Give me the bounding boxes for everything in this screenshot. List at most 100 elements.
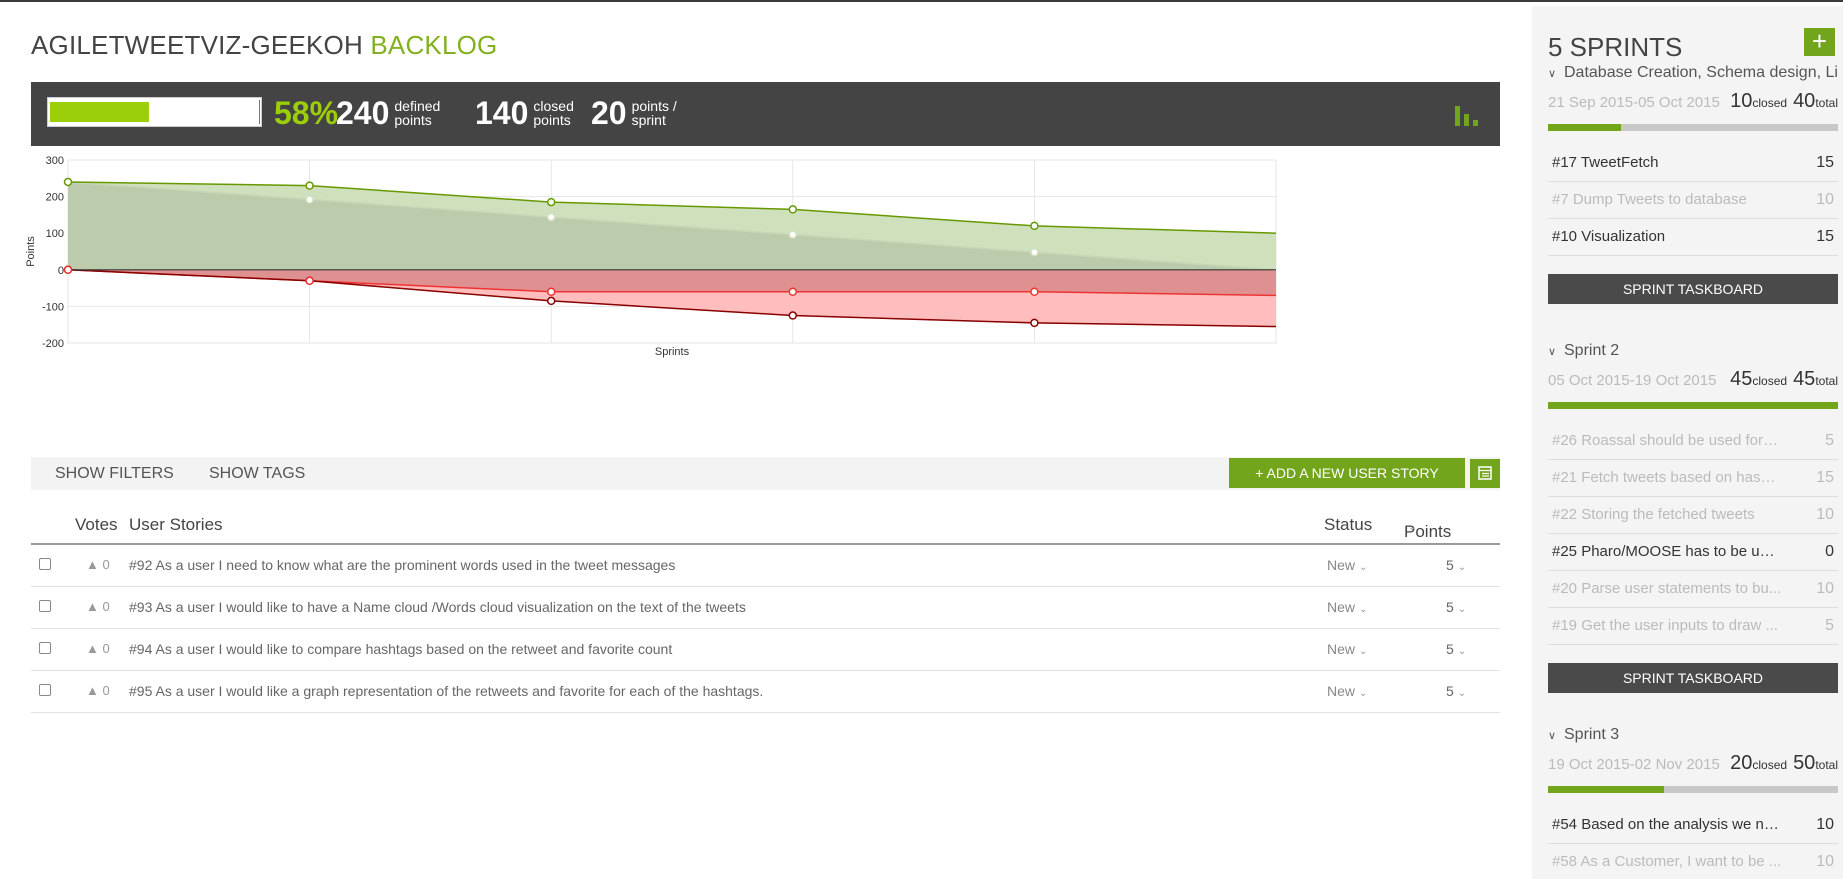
status-dropdown[interactable]: New ⌄ bbox=[1327, 599, 1367, 615]
sprints-title: 5 SPRINTS bbox=[1548, 32, 1683, 62]
user-story-link[interactable]: #93 As a user I would like to have a Nam… bbox=[129, 599, 746, 615]
closed-points-value: 140 bbox=[475, 95, 529, 131]
client-increment-point bbox=[63, 265, 73, 275]
chevron-down-icon: ∨ bbox=[1548, 730, 1557, 742]
show-filters-button[interactable]: SHOW FILTERS bbox=[55, 465, 174, 483]
sprint-name: Database Creation, Schema design, Link..… bbox=[1564, 64, 1838, 81]
points-dropdown[interactable]: 5 ⌄ bbox=[1446, 599, 1466, 615]
points-dropdown[interactable]: 5 ⌄ bbox=[1446, 641, 1466, 657]
chevron-down-icon: ∨ bbox=[1548, 346, 1557, 358]
sprint-story-item[interactable]: #25 Pharo/MOOSE has to be use... 0 bbox=[1548, 534, 1838, 571]
points-value: 5 bbox=[1446, 683, 1454, 699]
sprint-toggle[interactable]: ∨ Sprint 3 bbox=[1548, 726, 1838, 750]
total-label: total bbox=[1815, 96, 1838, 110]
chevron-down-icon: ⌄ bbox=[1457, 562, 1467, 573]
sprint-card: ∨ Database Creation, Schema design, Link.… bbox=[1548, 64, 1838, 304]
sprint-taskboard-button[interactable]: SPRINT TASKBOARD bbox=[1548, 663, 1838, 693]
y-tick-label: -100 bbox=[42, 301, 64, 313]
status-value: New bbox=[1327, 683, 1356, 699]
sprint-story-item[interactable]: #26 Roassal should be used for v... 5 bbox=[1548, 423, 1838, 460]
vote-count: 0 bbox=[102, 599, 110, 614]
sprint-name: Sprint 3 bbox=[1564, 726, 1620, 743]
sprint-progress-fill bbox=[1548, 402, 1838, 409]
sprint-story-item[interactable]: #21 Fetch tweets based on hasht... 15 bbox=[1548, 460, 1838, 497]
sprint-total-count: 50 bbox=[1793, 752, 1816, 774]
sprint-story-item[interactable]: #17 TweetFetch 15 bbox=[1548, 145, 1838, 182]
y-tick-label: 0 bbox=[58, 265, 64, 277]
show-tags-button[interactable]: SHOW TAGS bbox=[209, 465, 305, 483]
sprint-story-name: #58 As a Customer, I want to be ... bbox=[1552, 853, 1782, 870]
chevron-down-icon: ⌄ bbox=[1359, 562, 1368, 573]
sprint-story-item[interactable]: #54 Based on the analysis we ne... 10 bbox=[1548, 807, 1838, 844]
sprint-progress-bar bbox=[1548, 124, 1838, 131]
row-checkbox[interactable] bbox=[39, 600, 51, 612]
sprint-story-item[interactable]: #10 Visualization 15 bbox=[1548, 219, 1838, 256]
sprint-dates: 05 Oct 2015-19 Oct 2015 bbox=[1548, 372, 1717, 389]
sprint-progress-bar bbox=[1548, 402, 1838, 409]
upvote-icon: ▲ bbox=[86, 599, 103, 614]
row-checkbox[interactable] bbox=[39, 684, 51, 696]
table-header: Votes User Stories Status Points ⌄ bbox=[31, 508, 1500, 545]
status-dropdown[interactable]: New ⌄ bbox=[1327, 683, 1367, 699]
user-story-link[interactable]: #95 As a user I would like a graph repre… bbox=[129, 683, 763, 699]
sprint-meta: 21 Sep 2015-05 Oct 2015 10closed 40total bbox=[1548, 90, 1838, 118]
sprint-toggle[interactable]: ∨ Sprint 2 bbox=[1548, 342, 1838, 366]
vote-count: 0 bbox=[102, 641, 110, 656]
sprint-story-name: #25 Pharo/MOOSE has to be use... bbox=[1552, 543, 1782, 560]
sprint-counts: 10closed 40total bbox=[1730, 90, 1838, 113]
bulk-insert-button[interactable] bbox=[1470, 459, 1500, 488]
real-point bbox=[63, 177, 73, 187]
user-story-link[interactable]: #94 As a user I would like to compare ha… bbox=[129, 641, 672, 657]
team-increment-point bbox=[546, 296, 556, 306]
vote-button[interactable]: ▲ 0 bbox=[86, 641, 110, 656]
total-label: total bbox=[1815, 374, 1838, 388]
sprint-stories: #54 Based on the analysis we ne... 10 #58 … bbox=[1548, 807, 1838, 879]
points-value: 5 bbox=[1446, 557, 1454, 573]
user-stories-table: Votes User Stories Status Points ⌄ ▲ 0 #92… bbox=[31, 508, 1500, 713]
status-dropdown[interactable]: New ⌄ bbox=[1327, 641, 1367, 657]
add-sprint-button[interactable]: + bbox=[1804, 28, 1835, 56]
sprint-taskboard-button[interactable]: SPRINT TASKBOARD bbox=[1548, 274, 1838, 304]
vote-button[interactable]: ▲ 0 bbox=[86, 599, 110, 614]
defined-points-value: 240 bbox=[336, 95, 390, 131]
real-point bbox=[305, 181, 314, 190]
status-dropdown[interactable]: New ⌄ bbox=[1327, 557, 1367, 573]
vote-count: 0 bbox=[102, 683, 110, 698]
x-axis-label: Sprints bbox=[655, 346, 690, 358]
status-header[interactable]: Status bbox=[1324, 515, 1372, 535]
sprint-story-item[interactable]: #20 Parse user statements to bu... 10 bbox=[1548, 571, 1838, 608]
sprint-dates: 19 Oct 2015-02 Nov 2015 bbox=[1548, 756, 1720, 773]
sprint-story-item[interactable]: #58 As a Customer, I want to be ... 10 bbox=[1548, 844, 1838, 879]
points-dropdown[interactable]: 5 ⌄ bbox=[1446, 683, 1466, 699]
points-dropdown[interactable]: 5 ⌄ bbox=[1446, 557, 1466, 573]
closed-points-stat: 140 closed points bbox=[475, 95, 574, 131]
add-user-story-button[interactable]: + ADD A NEW USER STORY bbox=[1229, 458, 1465, 488]
closed-label: closed bbox=[1752, 374, 1788, 388]
row-checkbox[interactable] bbox=[39, 558, 51, 570]
upvote-icon: ▲ bbox=[86, 641, 103, 656]
real-point bbox=[1030, 221, 1039, 231]
status-value: New bbox=[1327, 641, 1356, 657]
row-checkbox[interactable] bbox=[39, 642, 51, 654]
sprint-toggle[interactable]: ∨ Database Creation, Schema design, Link.… bbox=[1548, 64, 1838, 88]
points-value: 5 bbox=[1446, 641, 1454, 657]
vote-button[interactable]: ▲ 0 bbox=[86, 557, 110, 572]
user-story-link[interactable]: #92 As a user I need to know what are th… bbox=[129, 557, 675, 573]
sprint-story-item[interactable]: #19 Get the user inputs to draw ... 5 bbox=[1548, 608, 1838, 645]
sprint-story-name: #21 Fetch tweets based on hasht... bbox=[1552, 469, 1782, 486]
backlog-toolbar: SHOW FILTERS SHOW TAGS + ADD A NEW USER … bbox=[31, 457, 1500, 490]
bar-chart-icon[interactable] bbox=[1453, 100, 1481, 128]
chevron-down-icon: ⌄ bbox=[1457, 646, 1467, 657]
sprint-story-item[interactable]: #22 Storing the fetched tweets 10 bbox=[1548, 497, 1838, 534]
sprint-story-name: #7 Dump Tweets to database bbox=[1552, 191, 1747, 208]
chevron-down-icon: ∨ bbox=[1548, 68, 1557, 80]
vote-button[interactable]: ▲ 0 bbox=[86, 683, 110, 698]
chevron-down-icon: ⌄ bbox=[1359, 646, 1368, 657]
total-label: total bbox=[1815, 758, 1838, 772]
sprint-story-points: 10 bbox=[1816, 506, 1834, 523]
percent-value: 58% bbox=[274, 95, 339, 131]
upvote-icon: ▲ bbox=[86, 683, 103, 698]
sprint-story-points: 15 bbox=[1816, 228, 1834, 245]
sprint-story-item[interactable]: #7 Dump Tweets to database 10 bbox=[1548, 182, 1838, 219]
sprint-story-points: 5 bbox=[1825, 617, 1834, 634]
